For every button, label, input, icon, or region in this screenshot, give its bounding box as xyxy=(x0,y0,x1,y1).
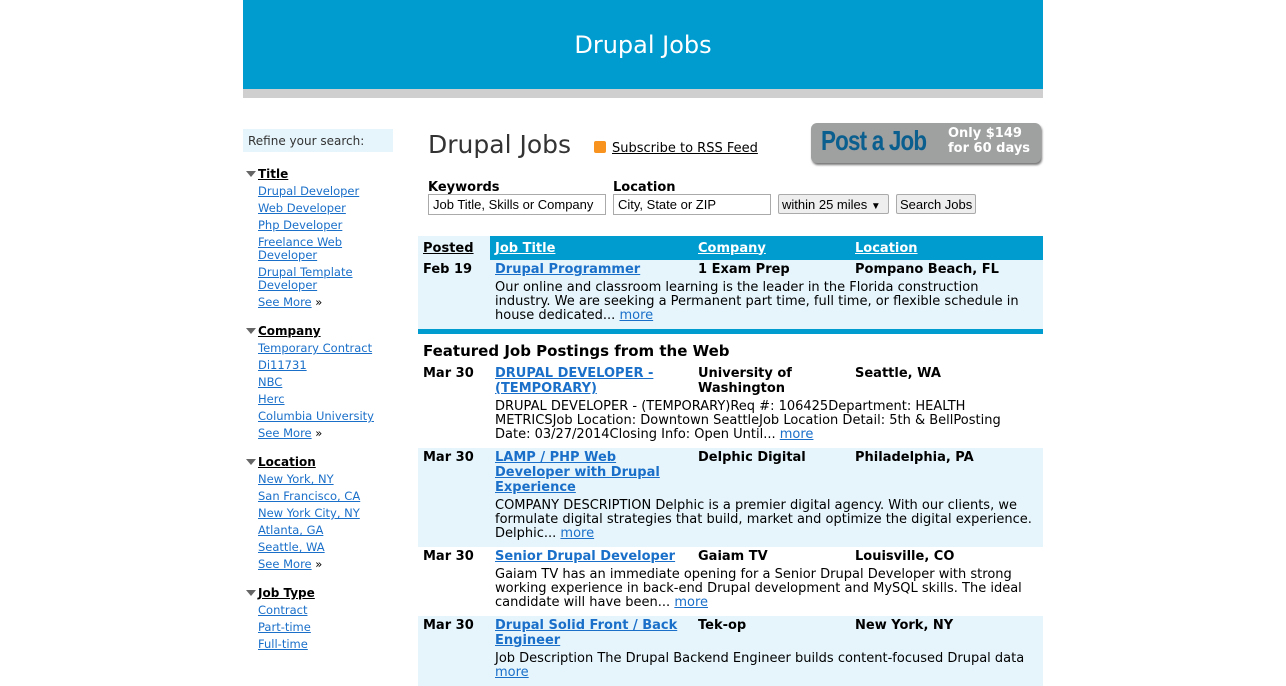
rss-label: Subscribe to RSS Feed xyxy=(612,141,758,156)
job-title-link[interactable]: Drupal Programmer xyxy=(495,262,640,277)
see-more: See More » xyxy=(258,295,323,309)
filter-link[interactable]: NBC xyxy=(243,376,393,389)
radius-value: within 25 miles xyxy=(782,197,868,212)
more-link[interactable]: more xyxy=(780,427,814,442)
post-job-label: Post a Job xyxy=(821,125,927,156)
filter-group-title[interactable]: Job Type xyxy=(243,586,393,600)
job-row: Mar 30 Drupal Solid Front / Back Engineer… xyxy=(418,616,1043,650)
more-link[interactable]: more xyxy=(674,595,708,610)
jobs-table: Posted Job Title Company Location Feb 19 Drup… xyxy=(418,236,1043,686)
job-location: New York, NY xyxy=(850,616,1043,650)
location-input[interactable] xyxy=(613,194,771,215)
filter-group: Company Temporary Contract Di11731 NBC Herc C… xyxy=(243,324,393,440)
see-more-link[interactable]: See More xyxy=(258,426,312,440)
keywords-input[interactable] xyxy=(428,194,606,215)
job-location: Seattle, WA xyxy=(855,366,941,381)
site-header: Drupal Jobs xyxy=(243,0,1043,89)
job-company: Gaiam TV xyxy=(698,549,768,564)
job-row: Mar 30 Senior Drupal Developer Gaiam TV Lou… xyxy=(418,547,1043,566)
job-description: Our online and classroom learning is the… xyxy=(495,280,1019,323)
filter-group-title[interactable]: Company xyxy=(243,324,393,338)
job-date: Mar 30 xyxy=(418,448,490,497)
see-more-link[interactable]: See More xyxy=(258,295,312,309)
more-link[interactable]: more xyxy=(560,526,594,541)
job-row: Mar 30 DRUPAL DEVELOPER - (TEMPORARY) Univ… xyxy=(418,364,1043,398)
filter-link[interactable]: Web Developer xyxy=(243,202,393,215)
filter-group-title[interactable]: Location xyxy=(243,455,393,469)
radius-select[interactable]: within 25 miles ▼ xyxy=(778,194,889,214)
filter-link[interactable]: Drupal Developer xyxy=(243,185,393,198)
job-company: 1 Exam Prep xyxy=(693,260,850,279)
featured-heading: Featured Job Postings from the Web xyxy=(418,329,1043,364)
refine-label: Refine your search: xyxy=(243,129,393,152)
filter-link[interactable]: San Francisco, CA xyxy=(243,490,393,503)
rss-icon xyxy=(594,141,606,153)
filter-link[interactable]: New York, NY xyxy=(243,473,393,486)
job-title-link[interactable]: Drupal Solid Front / Back Engineer xyxy=(495,618,677,648)
post-days: for 60 days xyxy=(948,141,1031,156)
filter-link[interactable]: Freelance Web Developer xyxy=(243,236,393,262)
column-header[interactable]: Job Title xyxy=(490,236,693,260)
job-location: Louisville, CO xyxy=(855,549,955,564)
job-row: Feb 19 Drupal Programmer 1 Exam Prep Pompan… xyxy=(418,260,1043,279)
filter-link[interactable]: Di11731 xyxy=(243,359,393,372)
job-title-link[interactable]: Senior Drupal Developer xyxy=(495,549,675,564)
filter-link[interactable]: Php Developer xyxy=(243,219,393,232)
filter-link[interactable]: Drupal Template Developer xyxy=(243,266,393,292)
job-location: Pompano Beach, FL xyxy=(850,260,1043,279)
search-jobs-button[interactable]: Search Jobs xyxy=(896,194,977,214)
filter-link[interactable]: Full-time xyxy=(243,638,393,651)
filter-group: Job Type Contract Part-time Full-time xyxy=(243,586,393,651)
keywords-label: Keywords xyxy=(428,180,500,195)
job-company: University of Washington xyxy=(698,366,792,396)
filter-group: Location New York, NY San Francisco, CA New… xyxy=(243,455,393,571)
dropdown-arrow-icon: ▼ xyxy=(870,201,881,212)
job-title-link[interactable]: DRUPAL DEVELOPER - (TEMPORARY) xyxy=(495,366,653,396)
rss-link[interactable]: Subscribe to RSS Feed xyxy=(594,141,758,156)
sidebar: Refine your search: Title Drupal Develope… xyxy=(243,129,393,651)
job-description: Gaiam TV has an immediate opening for a … xyxy=(495,567,1022,610)
job-title-link[interactable]: LAMP / PHP Web Developer with Drupal Exp… xyxy=(495,450,660,495)
filter-link[interactable]: Seattle, WA xyxy=(243,541,393,554)
filter-link[interactable]: Contract xyxy=(243,604,393,617)
filter-link[interactable]: Atlanta, GA xyxy=(243,524,393,537)
job-description: Job Description The Drupal Backend Engin… xyxy=(495,651,1025,666)
filter-group-title[interactable]: Title xyxy=(243,167,393,181)
column-header[interactable]: Location xyxy=(850,236,1043,260)
job-date: Feb 19 xyxy=(418,260,490,279)
post-price: Only $149 xyxy=(948,126,1022,141)
filter-link[interactable]: Columbia University xyxy=(243,410,393,423)
job-row: Mar 30 LAMP / PHP Web Developer with Drup… xyxy=(418,448,1043,497)
header-divider xyxy=(243,89,1043,98)
more-link[interactable]: more xyxy=(619,308,653,323)
job-date: Mar 30 xyxy=(423,366,474,381)
filter-link[interactable]: New York City, NY xyxy=(243,507,393,520)
column-header[interactable]: Company xyxy=(693,236,850,260)
post-job-button[interactable]: Post a Job Only $149 for 60 days xyxy=(811,123,1041,163)
job-date: Mar 30 xyxy=(423,549,474,564)
job-description: DRUPAL DEVELOPER - (TEMPORARY)Req #: 106… xyxy=(495,399,1001,442)
filter-group: Title Drupal Developer Web Developer Php De… xyxy=(243,167,393,309)
job-company: Delphic Digital xyxy=(693,448,850,497)
column-header[interactable]: Posted xyxy=(418,236,490,260)
filter-link[interactable]: Temporary Contract xyxy=(243,342,393,355)
job-location: Philadelphia, PA xyxy=(850,448,1043,497)
see-more: See More » xyxy=(258,426,323,440)
see-more-link[interactable]: See More xyxy=(258,557,312,571)
more-link[interactable]: more xyxy=(495,665,529,680)
page-title: Drupal Jobs xyxy=(428,130,572,159)
see-more: See More » xyxy=(258,557,323,571)
job-date: Mar 30 xyxy=(418,616,490,650)
filter-link[interactable]: Herc xyxy=(243,393,393,406)
location-label: Location xyxy=(613,180,676,195)
job-company: Tek-op xyxy=(693,616,850,650)
filter-link[interactable]: Part-time xyxy=(243,621,393,634)
